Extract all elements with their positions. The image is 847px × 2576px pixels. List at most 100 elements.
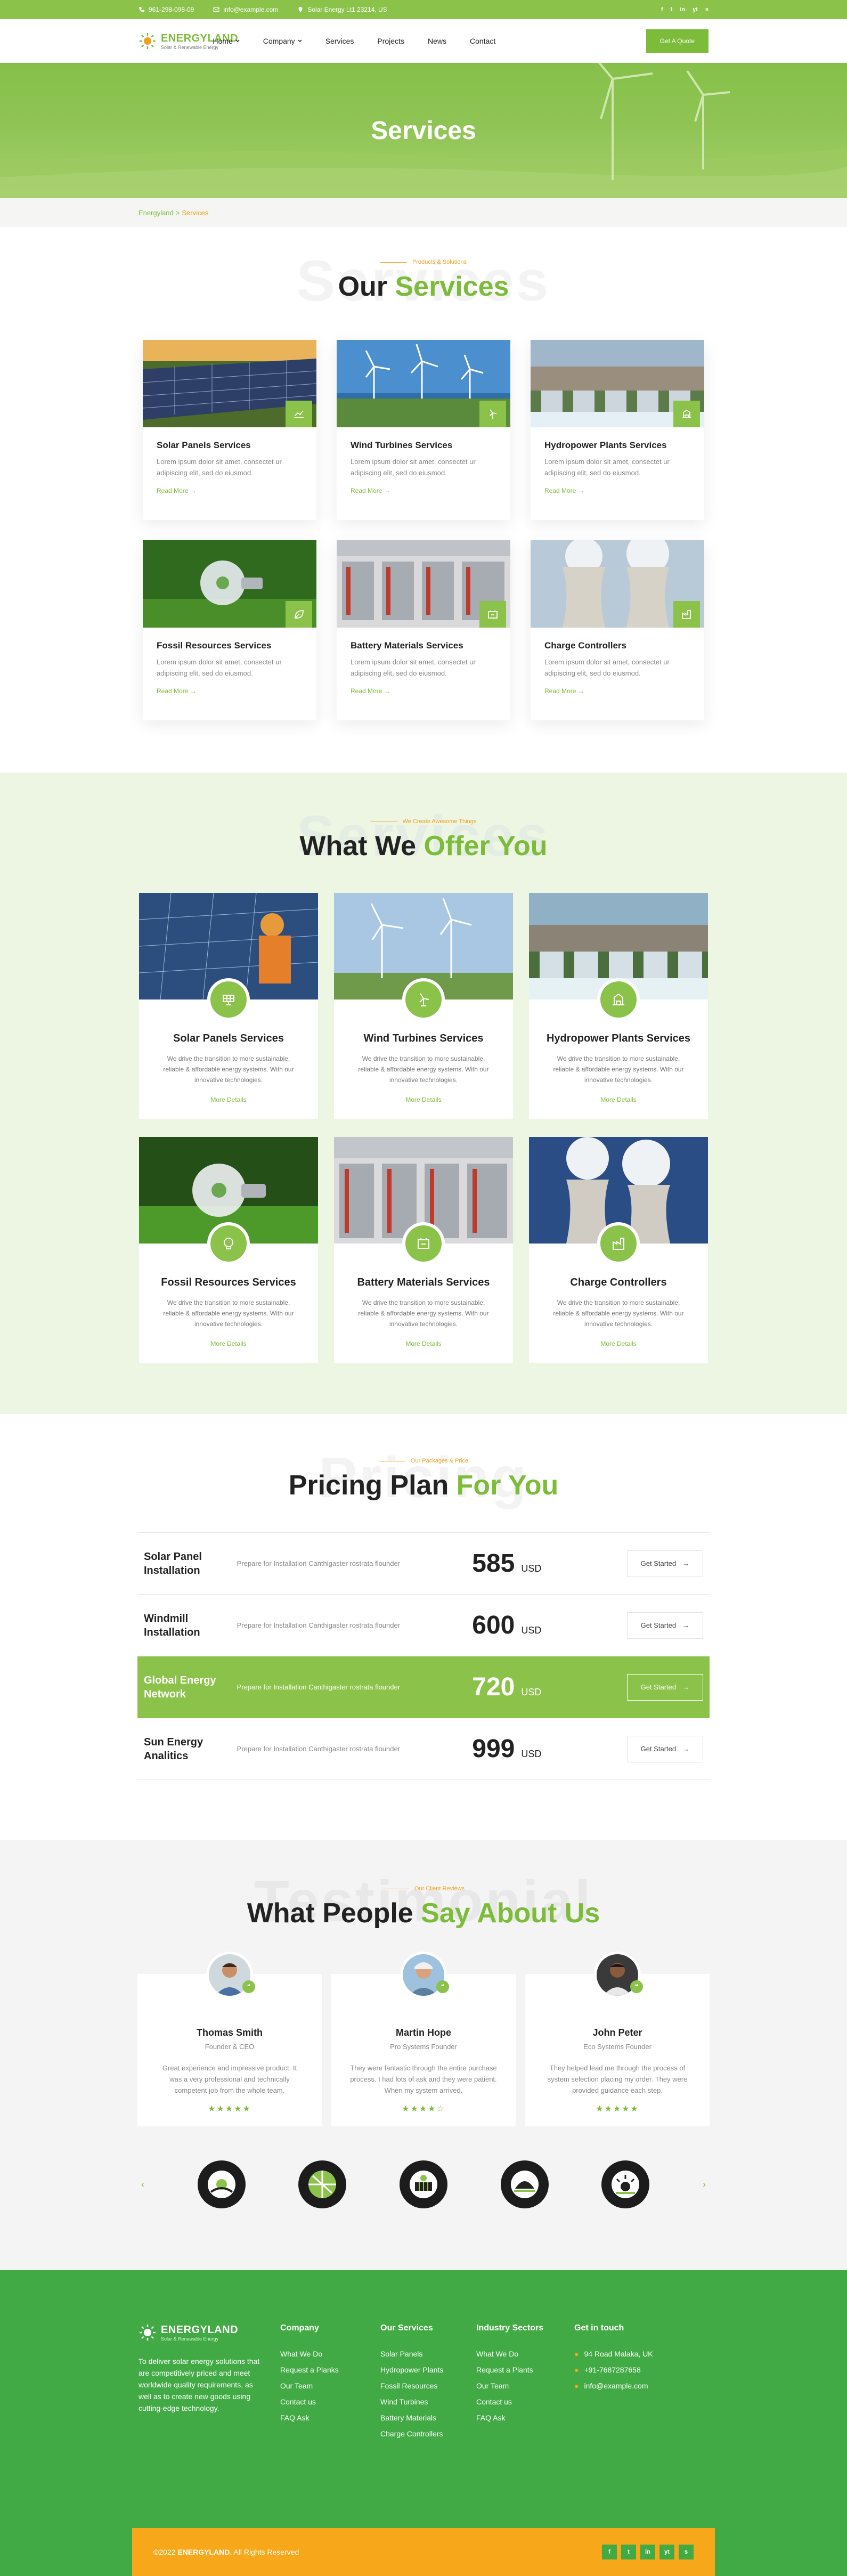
footer-col-industry: Industry Sectors What We Do Request a Pl…: [476, 2323, 574, 2442]
read-more-link[interactable]: Read More →: [351, 687, 496, 695]
partner-logo-panel-icon[interactable]: [399, 2160, 447, 2208]
footer-link[interactable]: Solar Panels: [380, 2346, 476, 2362]
read-more-link[interactable]: Read More →: [157, 687, 303, 695]
footer-phone[interactable]: ● +91-7687287658: [574, 2362, 697, 2378]
service-card[interactable]: Fossil Resources Services Lorem ipsum do…: [143, 540, 316, 720]
get-started-button[interactable]: Get Started →: [626, 1612, 703, 1639]
topbar-phone-text: 961-298-098-09: [149, 6, 194, 13]
menu-item-contact[interactable]: Contact: [470, 37, 495, 45]
footer-link[interactable]: FAQ Ask: [280, 2410, 380, 2426]
carousel-next-button[interactable]: ›: [703, 2179, 706, 2190]
card-title: Fossil Resources Services: [161, 1277, 296, 1288]
menu-item-company[interactable]: Company: [263, 37, 302, 45]
offer-card[interactable]: Fossil Resources Services We drive the t…: [139, 1137, 318, 1363]
topbar-phone[interactable]: 961-298-098-09: [139, 6, 194, 13]
service-card[interactable]: Solar Panels Services Lorem ipsum dolor …: [143, 340, 316, 520]
offer-card[interactable]: Wind Turbines Services We drive the tran…: [334, 893, 513, 1119]
service-card[interactable]: Hydropower Plants Services Lorem ipsum d…: [531, 340, 704, 520]
offer-card[interactable]: Charge Controllers We drive the transiti…: [529, 1137, 708, 1363]
footer-email[interactable]: ● info@example.com: [574, 2378, 697, 2394]
more-details-link[interactable]: More Details: [529, 1340, 708, 1347]
read-more-link[interactable]: Read More →: [544, 487, 690, 494]
service-card[interactable]: Charge Controllers Lorem ipsum dolor sit…: [531, 540, 704, 720]
footer-link[interactable]: Contact us: [476, 2394, 574, 2410]
linkedin-icon[interactable]: in: [680, 6, 685, 13]
footer-link[interactable]: Contact us: [280, 2394, 380, 2410]
topbar-email[interactable]: info@example.com: [213, 6, 278, 13]
topbar-address-text: Solar Energy Lt1 23214, US: [307, 6, 387, 13]
card-title: Charge Controllers: [544, 640, 626, 651]
skype-icon[interactable]: s: [705, 6, 708, 13]
service-card[interactable]: Wind Turbines Services Lorem ipsum dolor…: [337, 340, 510, 520]
twitter-icon[interactable]: t: [671, 6, 673, 13]
read-more-link[interactable]: Read More →: [157, 487, 303, 494]
card-text: We drive the transition to more sustaina…: [358, 1055, 489, 1084]
offer-card[interactable]: Solar Panels Services We drive the trans…: [139, 893, 318, 1119]
footer-link[interactable]: Our Team: [280, 2378, 380, 2394]
card-text: Lorem ipsum dolor sit amet, consectet ur…: [157, 658, 282, 677]
breadcrumb-home[interactable]: Energyland: [139, 209, 174, 217]
offer-card[interactable]: Hydropower Plants Services We drive the …: [529, 893, 708, 1119]
facebook-icon[interactable]: f: [602, 2545, 617, 2559]
footer-link[interactable]: Our Team: [476, 2378, 574, 2394]
carousel-prev-button[interactable]: ‹: [141, 2179, 144, 2190]
title-part-b: Offer You: [424, 831, 548, 862]
location-icon: ●: [574, 2350, 579, 2358]
price-value: 600: [472, 1611, 515, 1639]
partner-logo-sunrise-icon[interactable]: [601, 2160, 650, 2208]
footer-link[interactable]: Fossil Resources: [380, 2378, 476, 2394]
twitter-icon[interactable]: t: [621, 2545, 636, 2559]
get-started-button[interactable]: Get Started →: [626, 1735, 703, 1762]
more-details-link[interactable]: More Details: [334, 1340, 513, 1347]
linkedin-icon[interactable]: in: [640, 2545, 655, 2559]
location-icon: [298, 7, 303, 12]
footer-link[interactable]: What We Do: [280, 2346, 380, 2362]
footer-link[interactable]: Battery Materials: [380, 2410, 476, 2426]
read-more-link[interactable]: Read More →: [544, 687, 690, 695]
reviewer-role: Eco Systems Founder: [583, 2043, 651, 2051]
footer-link[interactable]: Charge Controllers: [380, 2426, 476, 2442]
offer-card[interactable]: Battery Materials Services We drive the …: [334, 1137, 513, 1363]
card-title: Battery Materials Services: [357, 1277, 490, 1288]
menu-item-news[interactable]: News: [428, 37, 446, 45]
partner-logo-sun-icon[interactable]: [197, 2160, 246, 2208]
facebook-icon[interactable]: f: [661, 6, 663, 13]
menu-item-home[interactable]: Home: [213, 37, 240, 45]
footer-link[interactable]: Request a Planks: [280, 2362, 380, 2378]
card-title: Hydropower Plants Services: [546, 1033, 691, 1044]
footer-link[interactable]: Request a Plants: [476, 2362, 574, 2378]
section-title: Our Services: [0, 271, 847, 303]
menu-item-projects[interactable]: Projects: [377, 37, 404, 45]
testimonial-card: ❝ Thomas Smith Founder & CEO Great exper…: [137, 1952, 322, 2126]
footer-link[interactable]: What We Do: [476, 2346, 574, 2362]
skype-icon[interactable]: s: [679, 2545, 694, 2559]
pricing-row: Windmill Installation Prepare for Instal…: [137, 1595, 710, 1656]
youtube-icon[interactable]: yt: [693, 6, 698, 13]
partner-logo-globe-icon[interactable]: [298, 2160, 347, 2208]
get-started-button[interactable]: Get Started →: [626, 1550, 703, 1577]
partner-logo-dome-icon[interactable]: [500, 2160, 549, 2208]
footer-logo[interactable]: ENERGYLAND Solar & Renewable Energy: [139, 2323, 280, 2342]
footer-link[interactable]: Wind Turbines: [380, 2394, 476, 2410]
title-part-a: What We: [299, 831, 417, 862]
hydropower-image: [531, 340, 704, 427]
footer-link[interactable]: FAQ Ask: [476, 2410, 574, 2426]
more-details-link[interactable]: More Details: [334, 1096, 513, 1103]
more-details-link[interactable]: More Details: [139, 1340, 318, 1347]
card-title: Battery Materials Services: [351, 640, 463, 651]
menu-item-services[interactable]: Services: [325, 37, 354, 45]
read-more-link[interactable]: Read More →: [351, 487, 496, 494]
offer-heading: Services We Create Awesome Things What W…: [0, 803, 847, 868]
more-details-link[interactable]: More Details: [139, 1096, 318, 1103]
youtube-icon[interactable]: yt: [659, 2545, 674, 2559]
footer-link[interactable]: Hydropower Plants: [380, 2362, 476, 2378]
get-quote-button[interactable]: Get A Quote: [646, 29, 708, 53]
service-card[interactable]: Battery Materials Services Lorem ipsum d…: [337, 540, 510, 720]
more-details-link[interactable]: More Details: [529, 1096, 708, 1103]
section-title: What We Offer You: [0, 830, 847, 862]
pricing-table: Solar Panel Installation Prepare for Ins…: [137, 1532, 710, 1780]
logo-tagline: Solar & Renewable Energy: [161, 2336, 219, 2342]
get-started-button[interactable]: Get Started →: [626, 1673, 703, 1701]
price-unit: USD: [521, 1687, 542, 1697]
topbar-address: Solar Energy Lt1 23214, US: [297, 6, 387, 13]
